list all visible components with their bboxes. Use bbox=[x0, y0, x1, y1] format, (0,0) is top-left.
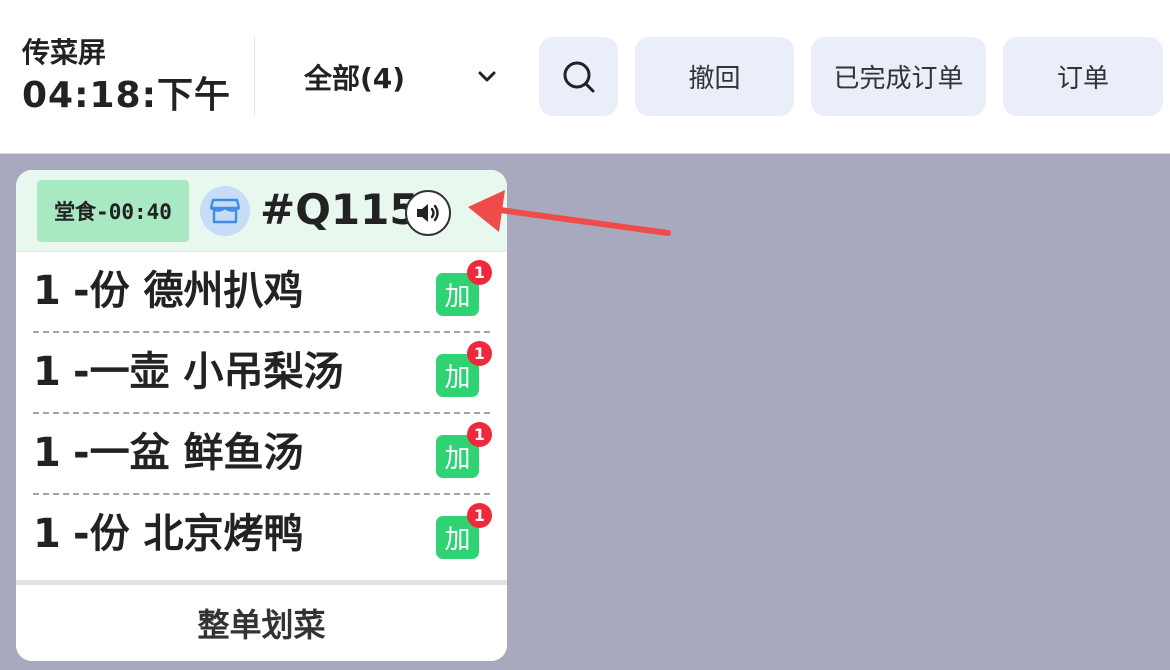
dish-text: 1 -份 北京烤鸭 bbox=[33, 507, 304, 561]
dish-unit: -一壶 bbox=[73, 349, 170, 395]
dish-unit: -份 bbox=[73, 268, 130, 314]
dish-row[interactable]: 1 -一壶 小吊梨汤 加 1 bbox=[16, 333, 507, 414]
dish-qty: 1 bbox=[33, 349, 61, 395]
top-bar: 传菜屏 04:18:下午 全部(4) 撤回 已完成订单 订单 bbox=[0, 0, 1170, 154]
dish-text: 1 -份 德州扒鸡 bbox=[33, 264, 304, 318]
search-button[interactable] bbox=[539, 37, 618, 116]
order-number: #Q115 bbox=[260, 185, 419, 234]
clock: 04:18:下午 bbox=[22, 75, 231, 116]
dish-name: 鲜鱼汤 bbox=[183, 430, 304, 476]
dish-name: 小吊梨汤 bbox=[183, 349, 344, 395]
dish-row[interactable]: 1 -份 北京烤鸭 加 1 bbox=[16, 495, 507, 576]
dish-text: 1 -一壶 小吊梨汤 bbox=[33, 345, 344, 399]
brand-block: 传菜屏 04:18:下午 bbox=[22, 36, 231, 118]
completed-orders-button[interactable]: 已完成订单 bbox=[811, 37, 986, 116]
dish-text: 1 -一盆 鲜鱼汤 bbox=[33, 426, 304, 480]
orders-button[interactable]: 订单 bbox=[1003, 37, 1163, 116]
speaker-icon bbox=[417, 204, 439, 222]
header-divider bbox=[254, 36, 255, 116]
order-filter-dropdown[interactable]: 全部(4) bbox=[276, 38, 516, 116]
speaker-button[interactable] bbox=[405, 190, 451, 236]
search-icon bbox=[563, 61, 594, 92]
dish-list: 1 -份 德州扒鸡 加 1 1 -一壶 小吊梨汤 加 1 1 -一盆 鲜鱼汤 加 1 … bbox=[16, 252, 507, 576]
add-count-badge: 1 bbox=[467, 260, 492, 285]
screen-title: 传菜屏 bbox=[22, 36, 107, 69]
dish-row[interactable]: 1 -一盆 鲜鱼汤 加 1 bbox=[16, 414, 507, 495]
chevron-down-icon bbox=[478, 71, 496, 82]
add-count-badge: 1 bbox=[467, 503, 492, 528]
dish-unit: -份 bbox=[73, 511, 130, 557]
dish-qty: 1 bbox=[33, 430, 61, 476]
dish-name: 北京烤鸭 bbox=[143, 511, 304, 557]
add-count-badge: 1 bbox=[467, 341, 492, 366]
complete-all-dishes-button[interactable]: 整单划菜 bbox=[16, 585, 507, 661]
dish-qty: 1 bbox=[33, 268, 61, 314]
filter-label: 全部(4) bbox=[304, 62, 406, 95]
dish-unit: -一盆 bbox=[73, 430, 170, 476]
dish-name: 德州扒鸡 bbox=[143, 268, 304, 314]
order-card: 堂食-00:40 #Q115 1-份 德州扒鸡 加 1 1-一壶 小吊梨汤 bbox=[16, 170, 507, 661]
add-count-badge: 1 bbox=[467, 422, 492, 447]
store-icon bbox=[200, 186, 250, 236]
undo-button[interactable]: 撤回 bbox=[635, 37, 794, 116]
dish-row[interactable]: 1 -份 德州扒鸡 加 1 bbox=[16, 252, 507, 333]
dish-qty: 1 bbox=[33, 511, 61, 557]
dine-in-timer-tag: 堂食-00:40 bbox=[37, 180, 189, 242]
order-card-header: 堂食-00:40 #Q115 bbox=[16, 170, 507, 252]
